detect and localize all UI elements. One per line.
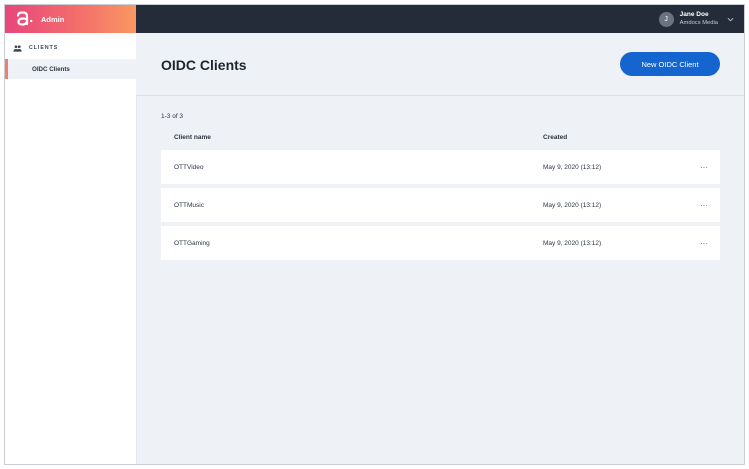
top-bar: J Jane Doe Amdocs Media (136, 5, 744, 33)
main-content: OIDC Clients New OIDC Client 1-3 of 3 Cl… (136, 33, 744, 464)
page-title: OIDC Clients (161, 57, 247, 73)
avatar: J (658, 11, 674, 27)
table-row[interactable]: OTTGaming May 9, 2020 (13:12) ··· (161, 226, 720, 260)
sidebar-item-oidc-clients[interactable]: OIDC Clients (5, 59, 136, 79)
app-window: Admin J Jane Doe Amdocs Media CLIENTS OI (4, 4, 745, 465)
brand-area[interactable]: Admin (5, 5, 136, 33)
sidebar-item-label: OIDC Clients (32, 65, 70, 73)
result-count: 1-3 of 3 (161, 113, 184, 120)
page-header: OIDC Clients New OIDC Client (136, 33, 744, 96)
created-cell: May 9, 2020 (13:12) (543, 201, 602, 209)
sidebar-section-label: CLIENTS (29, 45, 59, 51)
client-name-cell: OTTMusic (174, 201, 204, 209)
column-header-created[interactable]: Created (543, 134, 567, 141)
column-header-client-name[interactable]: Client name (174, 134, 211, 141)
user-menu[interactable]: J Jane Doe Amdocs Media (658, 9, 734, 29)
more-horizontal-icon[interactable]: ··· (700, 239, 708, 248)
created-cell: May 9, 2020 (13:12) (543, 163, 602, 171)
clients-table: OTTVideo May 9, 2020 (13:12) ··· OTTMusi… (161, 150, 720, 264)
new-oidc-client-button[interactable]: New OIDC Client (620, 52, 720, 76)
amdocs-logo-icon (16, 11, 33, 26)
user-name: Jane Doe (679, 11, 709, 18)
client-name-cell: OTTVideo (174, 163, 204, 171)
brand-label: Admin (41, 14, 65, 24)
created-cell: May 9, 2020 (13:12) (543, 239, 602, 247)
user-info: Jane Doe Amdocs Media (680, 11, 718, 27)
chevron-down-icon[interactable] (727, 16, 734, 23)
sidebar: CLIENTS OIDC Clients (5, 33, 137, 464)
more-horizontal-icon[interactable]: ··· (700, 201, 708, 210)
more-horizontal-icon[interactable]: ··· (700, 163, 708, 172)
users-icon (13, 44, 22, 52)
user-org: Amdocs Media (679, 20, 718, 26)
table-row[interactable]: OTTMusic May 9, 2020 (13:12) ··· (161, 188, 720, 222)
table-row[interactable]: OTTVideo May 9, 2020 (13:12) ··· (161, 150, 720, 184)
client-name-cell: OTTGaming (174, 239, 210, 247)
sidebar-section-clients: CLIENTS (5, 41, 136, 55)
